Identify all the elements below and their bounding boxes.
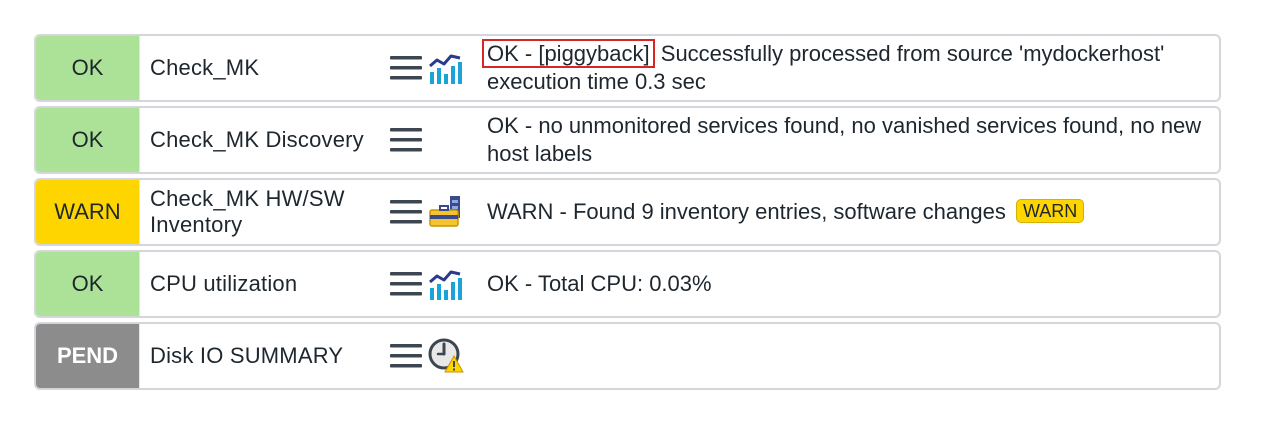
summary-text: WARN - Found 9 inventory entries, softwa… xyxy=(487,199,1006,224)
service-icons xyxy=(390,120,470,160)
service-row-hw-sw-inventory[interactable]: WARN Check_MK HW/SW Inventory WARN - Fou… xyxy=(34,178,1221,246)
performance-graph-icon[interactable] xyxy=(428,50,464,86)
inventory-icon[interactable] xyxy=(428,194,464,230)
service-summary: OK - no unmonitored services found, no v… xyxy=(487,112,1219,168)
service-icons xyxy=(390,336,470,376)
state-badge: PEND xyxy=(36,324,140,388)
service-summary: OK - [piggyback] Successfully processed … xyxy=(482,39,1219,96)
service-icons xyxy=(390,192,470,232)
summary-text: OK - Total CPU: 0.03% xyxy=(487,271,712,296)
service-icons xyxy=(390,264,470,304)
service-name[interactable]: Check_MK HW/SW Inventory xyxy=(150,186,390,238)
service-name[interactable]: Check_MK Discovery xyxy=(150,127,390,153)
pending-clock-warning-icon xyxy=(428,338,464,374)
performance-graph-icon[interactable] xyxy=(428,266,464,302)
piggyback-highlight: OK - [piggyback] xyxy=(482,39,655,68)
warn-badge: WARN xyxy=(1015,199,1085,223)
service-summary: OK - Total CPU: 0.03% xyxy=(487,270,1219,298)
state-label: PEND xyxy=(56,343,119,368)
menu-icon[interactable] xyxy=(390,198,422,226)
state-label: OK xyxy=(71,271,104,296)
service-icons xyxy=(390,48,470,88)
menu-icon[interactable] xyxy=(390,54,422,82)
service-row-cpu-utilization[interactable]: OK CPU utilization OK - Total CPU: 0.03% xyxy=(34,250,1221,318)
state-badge: OK xyxy=(36,108,140,172)
service-row-check-mk[interactable]: OK Check_MK OK - [piggyback] Successfull… xyxy=(34,34,1221,102)
service-row-check-mk-discovery[interactable]: OK Check_MK Discovery OK - no unmonitore… xyxy=(34,106,1221,174)
state-label: OK xyxy=(71,127,104,152)
state-label: OK xyxy=(71,55,104,80)
state-badge: OK xyxy=(36,252,140,316)
summary-text: OK - no unmonitored services found, no v… xyxy=(487,113,1202,166)
state-badge: OK xyxy=(36,36,140,100)
state-badge: WARN xyxy=(36,180,140,244)
menu-icon[interactable] xyxy=(390,342,422,370)
service-summary: WARN - Found 9 inventory entries, softwa… xyxy=(487,198,1219,226)
service-row-disk-io-summary[interactable]: PEND Disk IO SUMMARY xyxy=(34,322,1221,390)
service-name[interactable]: CPU utilization xyxy=(150,271,390,297)
state-label: WARN xyxy=(54,199,121,224)
menu-icon[interactable] xyxy=(390,126,422,154)
service-list: OK Check_MK OK - [piggyback] Successfull… xyxy=(34,34,1221,394)
menu-icon[interactable] xyxy=(390,270,422,298)
service-name[interactable]: Check_MK xyxy=(150,55,390,81)
service-name[interactable]: Disk IO SUMMARY xyxy=(150,343,390,369)
